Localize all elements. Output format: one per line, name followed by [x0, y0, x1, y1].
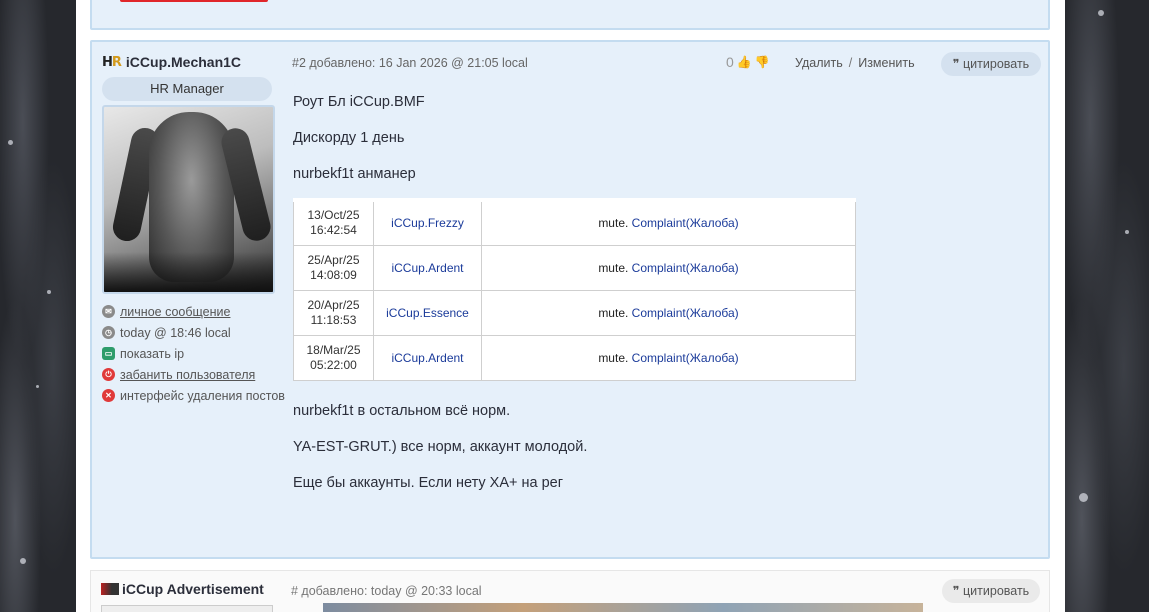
decor-dot: [1098, 10, 1104, 16]
show-ip-action[interactable]: ▭ показать ip: [102, 343, 285, 364]
post-votes: 0 👍 👎: [726, 54, 770, 70]
last-seen: ◷ today @ 18:46 local: [102, 322, 285, 343]
background-left: [0, 0, 76, 612]
log-user-link[interactable]: iCCup.Ardent: [373, 244, 482, 291]
log-reason: mute. Complaint(Жалоба): [481, 198, 856, 246]
show-ip-text[interactable]: показать ip: [120, 347, 184, 361]
log-date: 13/Oct/25 16:42:54: [293, 198, 374, 246]
delete-posts-interface-action[interactable]: ✕ интерфейс удаления постов: [102, 385, 285, 406]
log-reason: mute. Complaint(Жалоба): [481, 334, 856, 381]
next-post-author: iCCup Advertisement: [101, 581, 264, 597]
private-message-link[interactable]: личное сообщение: [120, 305, 230, 319]
quote-icon: ❞: [952, 57, 960, 71]
next-post-avatar: [101, 605, 273, 612]
envelope-icon: ✉: [102, 305, 115, 318]
red-highlight: [120, 0, 268, 2]
quote-button[interactable]: ❞ цитировать: [941, 52, 1041, 76]
post-line: Еще бы аккаунты. Если нету ХА+ на рег: [293, 475, 564, 491]
table-row: 13/Oct/25 16:42:54 iCCup.Frezzy mute. Com…: [293, 198, 856, 246]
decor-dot: [20, 558, 26, 564]
forum-post: HR iCCup.Mechan1C HR Manager ✉ личное со…: [90, 40, 1050, 559]
log-date: 18/Mar/25 05:22:00: [293, 334, 374, 381]
iccup-logo-icon: [101, 583, 119, 595]
complaint-link[interactable]: Complaint(Жалоба): [632, 351, 739, 365]
monitor-icon: ▭: [102, 347, 115, 360]
ban-user-link[interactable]: забанить пользователя: [120, 368, 255, 382]
advertisement-banner[interactable]: [323, 603, 923, 612]
avatar: [102, 105, 275, 294]
post-line: Дискорду 1 день: [293, 130, 405, 146]
log-user-link[interactable]: iCCup.Frezzy: [373, 198, 482, 246]
quote-label: цитировать: [963, 584, 1030, 598]
log-reason: mute. Complaint(Жалоба): [481, 289, 856, 336]
log-date: 25/Apr/25 14:08:09: [293, 244, 374, 291]
thumbs-up-icon[interactable]: 👍: [737, 55, 752, 69]
hr-logo-icon: HR: [102, 54, 122, 70]
next-post-meta: # добавлено: today @ 20:33 local: [291, 584, 482, 598]
power-icon: ⏻: [102, 368, 115, 381]
decor-dot: [1079, 493, 1088, 502]
close-circle-icon: ✕: [102, 389, 115, 402]
log-reason: mute. Complaint(Жалоба): [481, 244, 856, 291]
author-role-badge: HR Manager: [102, 77, 272, 101]
decor-dot: [1125, 230, 1129, 234]
delete-link[interactable]: Удалить: [795, 56, 843, 70]
next-author-name[interactable]: iCCup Advertisement: [122, 581, 264, 597]
delete-posts-interface-text[interactable]: интерфейс удаления постов: [120, 389, 285, 403]
forum-page: HR iCCup.Mechan1C HR Manager ✉ личное со…: [76, 0, 1065, 612]
author-name[interactable]: iCCup.Mechan1C: [126, 54, 241, 70]
quote-label: цитировать: [963, 57, 1030, 71]
private-message-action[interactable]: ✉ личное сообщение: [102, 301, 285, 322]
author-actions: ✉ личное сообщение ◷ today @ 18:46 local…: [102, 301, 285, 406]
admin-links: Удалить / Изменить: [795, 56, 915, 70]
post-line: Роут Бл iCCup.BMF: [293, 94, 425, 110]
table-row: 20/Apr/25 11:18:53 iCCup.Essence mute. Co…: [293, 289, 856, 336]
post-author: HR iCCup.Mechan1C: [102, 54, 241, 70]
last-seen-text: today @ 18:46 local: [120, 325, 231, 340]
post-line: nurbekf1t анманер: [293, 166, 416, 182]
clock-icon: ◷: [102, 326, 115, 339]
log-user-link[interactable]: iCCup.Ardent: [373, 334, 482, 381]
edit-link[interactable]: Изменить: [858, 56, 914, 70]
post-body-continued: nurbekf1t в остальном всё норм. YA-EST-G…: [293, 401, 587, 509]
vote-count: 0: [726, 54, 734, 70]
complaint-link[interactable]: Complaint(Жалоба): [632, 216, 739, 230]
background-right: [1065, 0, 1149, 612]
table-row: 25/Apr/25 14:08:09 iCCup.Ardent mute. Com…: [293, 244, 856, 291]
log-date: 20/Apr/25 11:18:53: [293, 289, 374, 336]
log-user-link[interactable]: iCCup.Essence: [373, 289, 482, 336]
decor-dot: [47, 290, 51, 294]
punishment-log-table: 13/Oct/25 16:42:54 iCCup.Frezzy mute. Com…: [293, 198, 856, 381]
ban-user-action[interactable]: ⏻ забанить пользователя: [102, 364, 285, 385]
post-line: nurbekf1t в остальном всё норм.: [293, 403, 511, 419]
next-post: iCCup Advertisement # добавлено: today @…: [90, 570, 1050, 612]
table-row: 18/Mar/25 05:22:00 iCCup.Ardent mute. Com…: [293, 334, 856, 381]
decor-dot: [8, 140, 13, 145]
admin-links-separator: /: [848, 56, 853, 70]
post-meta: #2 добавлено: 16 Jan 2026 @ 21:05 local: [292, 56, 528, 70]
complaint-link[interactable]: Complaint(Жалоба): [632, 261, 739, 275]
post-body: Роут Бл iCCup.BMF Дискорду 1 день nurbek…: [293, 92, 1033, 200]
thumbs-down-icon[interactable]: 👎: [755, 55, 770, 69]
complaint-link[interactable]: Complaint(Жалоба): [632, 306, 739, 320]
decor-dot: [36, 385, 39, 388]
quote-icon: ❞: [952, 584, 960, 598]
next-quote-button[interactable]: ❞ цитировать: [942, 579, 1040, 603]
previous-post: [90, 0, 1050, 30]
post-line: YA-EST-GRUT.) все норм, аккаунт молодой.: [293, 439, 588, 455]
